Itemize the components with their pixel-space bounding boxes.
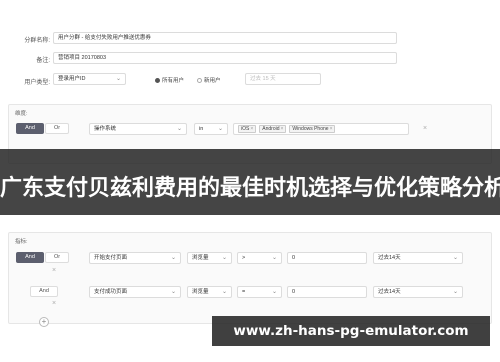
metric-operator-select-1[interactable]: > ⌄: [237, 252, 282, 264]
tag-label: Windows Phone: [292, 126, 329, 132]
dimension-and-button[interactable]: And: [16, 123, 44, 134]
chevron-down-icon: ⌄: [115, 76, 121, 82]
add-metric-icon[interactable]: +: [39, 317, 49, 327]
radio-new-users[interactable]: 新用户: [197, 76, 221, 84]
metric-measure-select-2[interactable]: 浏览量 ⌄: [187, 286, 232, 298]
watermark-text: www.zh-hans-pg-emulator.com: [233, 323, 469, 339]
radio-all-users-label: 所有用户: [162, 78, 185, 84]
close-icon[interactable]: ×: [250, 126, 253, 132]
dimension-field-value: 操作系统: [94, 126, 117, 132]
metric-measure-value: 浏览量: [192, 255, 209, 261]
remark-label: 备注:: [36, 58, 50, 64]
user-type-value: 登录用户ID: [58, 76, 86, 82]
metric-event-select-2[interactable]: 支付成功页面 ⌄: [89, 286, 181, 298]
metric-operator-value: >: [242, 255, 246, 261]
radio-new-users-label: 新用户: [204, 78, 221, 84]
tag-android: Android×: [259, 125, 287, 133]
chevron-down-icon: ⌄: [221, 255, 227, 261]
chevron-down-icon: ⌄: [221, 289, 227, 295]
metric-date-select-1[interactable]: 过去14天 ⌄: [373, 252, 463, 264]
group-name-label: 分群名称:: [24, 38, 50, 44]
chevron-down-icon: ⌄: [452, 289, 458, 295]
remove-metric-icon[interactable]: ×: [52, 266, 56, 276]
close-icon[interactable]: ×: [281, 126, 284, 132]
remove-metric-icon[interactable]: ×: [52, 299, 56, 309]
radio-unselected-icon: [197, 77, 202, 83]
metric-event-select-1[interactable]: 开始支付页面 ⌄: [89, 252, 181, 264]
date-range-input[interactable]: 过去 15 天: [245, 73, 321, 85]
dimension-operator-value: in: [199, 126, 204, 132]
dimension-panel-title: 维度:: [15, 111, 28, 117]
metric-measure-select-1[interactable]: 浏览量 ⌄: [187, 252, 232, 264]
tag-ios: iOS×: [238, 125, 257, 133]
metric-and-button[interactable]: And: [16, 252, 44, 263]
metric-date-value: 过去14天: [378, 255, 401, 261]
chevron-down-icon: ⌄: [170, 289, 176, 295]
metric-operator-value: =: [242, 289, 246, 295]
metric-event-value: 支付成功页面: [94, 289, 128, 295]
metric-panel-title: 指标:: [15, 239, 28, 245]
chevron-down-icon: ⌄: [271, 289, 277, 295]
user-type-select[interactable]: 登录用户ID ⌄: [53, 73, 126, 85]
remark-input[interactable]: 营销项目 20170803: [53, 52, 397, 64]
tag-label: Android: [262, 126, 280, 132]
dimension-operator-select[interactable]: in ⌄: [194, 123, 228, 135]
metric-panel: 指标:: [8, 232, 492, 324]
remove-row-icon[interactable]: ×: [423, 124, 427, 134]
group-name-input[interactable]: 用户分群 - 给支付失败用户推送优惠券: [53, 32, 397, 44]
dimension-field-select[interactable]: 操作系统 ⌄: [89, 123, 187, 135]
user-type-label: 用户类型:: [24, 80, 50, 86]
dimension-values-input[interactable]: iOS× Android× Windows Phone×: [233, 123, 409, 135]
chevron-down-icon: ⌄: [452, 255, 458, 261]
metric-date-value: 过去14天: [378, 289, 401, 295]
user-segment-form-page: 分群名称: 用户分群 - 给支付失败用户推送优惠券 备注: 营销项目 20170…: [0, 0, 500, 362]
metric-value-input-1[interactable]: 0: [287, 252, 367, 264]
metric-operator-select-2[interactable]: = ⌄: [237, 286, 282, 298]
radio-all-users[interactable]: 所有用户: [155, 76, 184, 84]
metric-and-button-2[interactable]: And: [30, 286, 58, 297]
close-icon[interactable]: ×: [330, 126, 333, 132]
chevron-down-icon: ⌄: [176, 126, 182, 132]
metric-event-value: 开始支付页面: [94, 255, 128, 261]
chevron-down-icon: ⌄: [271, 255, 277, 261]
radio-selected-icon: [155, 77, 160, 83]
metric-date-select-2[interactable]: 过去14天 ⌄: [373, 286, 463, 298]
tag-windows-phone: Windows Phone×: [289, 125, 336, 133]
tag-label: iOS: [241, 126, 250, 132]
metric-value-input-2[interactable]: 0: [287, 286, 367, 298]
chevron-down-icon: ⌄: [217, 126, 223, 132]
headline-text: 广东支付贝兹利费用的最佳时机选择与优化策略分析: [0, 176, 500, 201]
metric-or-button[interactable]: Or: [45, 252, 69, 263]
dimension-or-button[interactable]: Or: [45, 123, 69, 134]
metric-measure-value: 浏览量: [192, 289, 209, 295]
chevron-down-icon: ⌄: [170, 255, 176, 261]
